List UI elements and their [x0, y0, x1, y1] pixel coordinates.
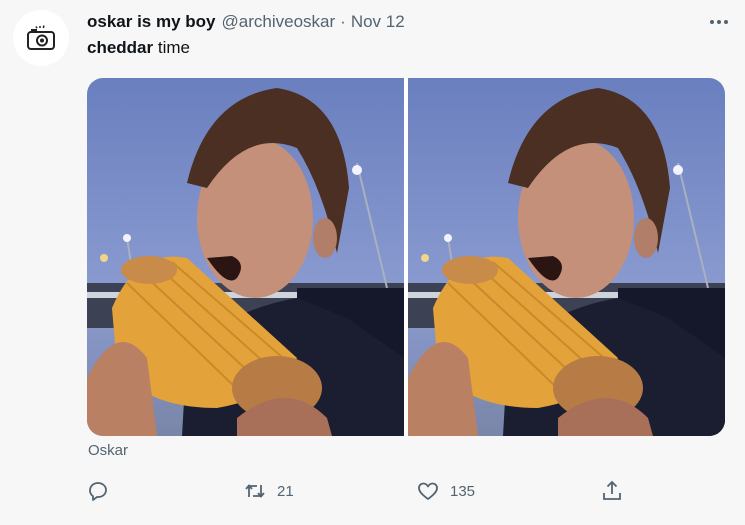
camera-icon [27, 25, 55, 50]
like-button[interactable]: 135 [416, 476, 475, 506]
like-icon [418, 482, 438, 500]
more-button[interactable] [705, 8, 733, 36]
tweet-text: cheddar time [87, 38, 190, 58]
tweet-text-bold: cheddar [87, 38, 154, 57]
tweet-text-rest: time [153, 38, 190, 57]
retweet-count: 21 [277, 482, 294, 500]
like-count: 135 [450, 482, 476, 500]
separator-dot: · [340, 12, 346, 31]
photo-1[interactable] [87, 78, 404, 436]
reply-icon [89, 482, 107, 501]
photo-2[interactable] [408, 78, 725, 436]
tweet-date[interactable]: Nov 12 [351, 12, 405, 32]
media-caption: Oskar [88, 442, 129, 459]
retweet-button[interactable]: 21 [243, 476, 294, 506]
action-bar: 21 135 [0, 476, 745, 506]
tweet-header: oskar is my boy @archiveoskar · Nov 12 [87, 10, 725, 34]
share-button[interactable] [600, 476, 624, 506]
media-grid [87, 78, 725, 436]
display-name[interactable]: oskar is my boy [87, 12, 216, 32]
user-handle[interactable]: @archiveoskar [222, 12, 336, 32]
reply-button[interactable] [86, 476, 110, 506]
more-icon [710, 20, 728, 24]
avatar[interactable] [13, 10, 69, 66]
share-icon [603, 480, 621, 500]
retweet-icon [245, 484, 265, 498]
